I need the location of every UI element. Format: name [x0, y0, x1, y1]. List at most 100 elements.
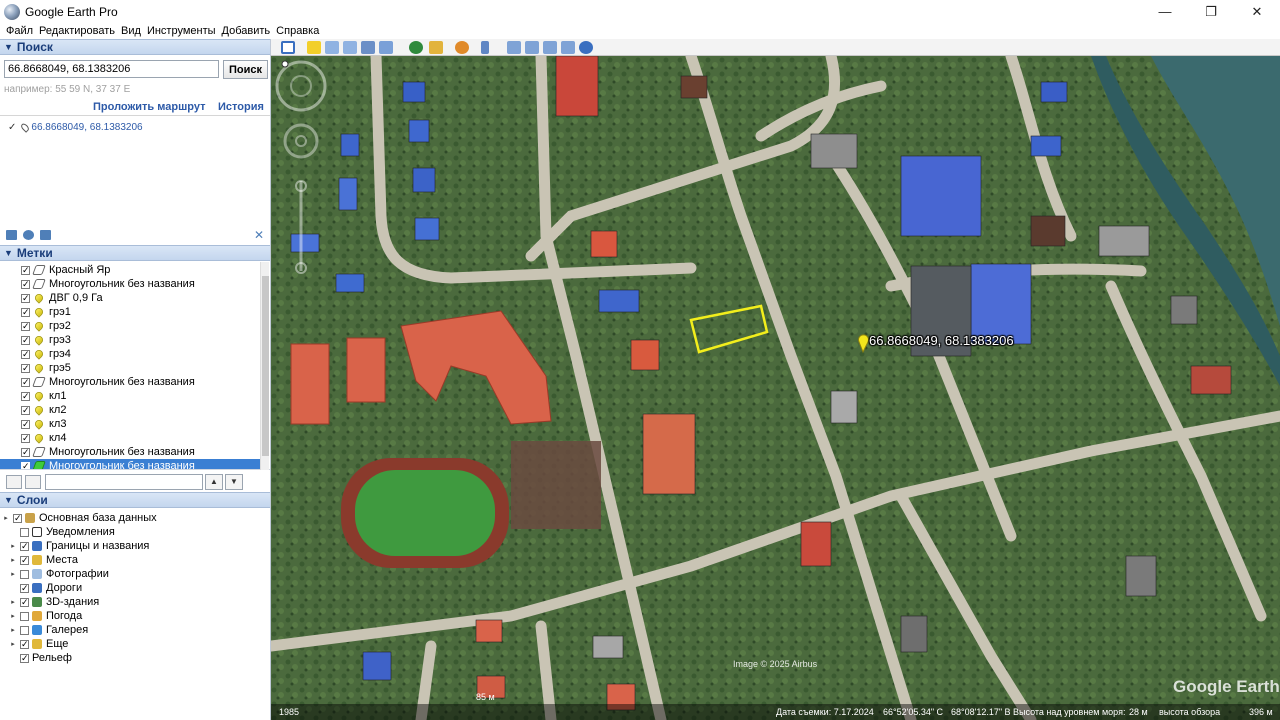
expand-arrow-icon[interactable]: ▸	[9, 598, 17, 606]
image-overlay-icon[interactable]	[361, 41, 375, 54]
places-item[interactable]: ✓ грэ3	[0, 333, 260, 347]
layer-checkbox[interactable]: ✓	[20, 653, 29, 663]
get-directions-link[interactable]: Проложить маршрут	[93, 101, 205, 113]
place-checkbox[interactable]: ✓	[21, 279, 30, 289]
sunlight-icon[interactable]	[429, 41, 443, 54]
places-item[interactable]: ✓ Многоугольник без названия	[0, 445, 260, 459]
collapse-triangle-icon[interactable]: ▼	[4, 495, 13, 505]
layer-item[interactable]: ▸ Фотографии	[9, 567, 109, 581]
record-tour-icon[interactable]	[379, 41, 393, 54]
places-item[interactable]: ✓ грэ5	[0, 361, 260, 375]
historical-imagery-icon[interactable]	[409, 41, 423, 54]
layer-item[interactable]: ▸ ✓ Места	[9, 553, 78, 567]
close-button[interactable]: ✕	[1234, 0, 1280, 23]
menu-file[interactable]: Файл	[6, 25, 33, 37]
expand-arrow-icon[interactable]: ▸	[9, 542, 17, 550]
place-checkbox[interactable]: ✓	[21, 335, 30, 345]
search-result-item[interactable]: ✓ 66.8668049, 68.1383206	[8, 122, 143, 133]
expand-arrow-icon[interactable]: ▸	[9, 612, 17, 620]
down-arrow-button[interactable]: ▼	[225, 474, 243, 490]
expand-arrow-icon[interactable]: ▸	[9, 556, 17, 564]
expand-arrow-icon[interactable]: ▸	[9, 570, 17, 578]
layer-checkbox[interactable]: ✓	[20, 639, 29, 649]
add-folder-icon[interactable]	[6, 230, 17, 240]
expand-arrow-icon[interactable]: ▸	[9, 640, 17, 648]
menu-tools[interactable]: Инструменты	[147, 25, 216, 37]
add-placemark-icon[interactable]	[307, 41, 321, 54]
places-panel-header[interactable]: ▼ Метки	[0, 245, 270, 261]
place-checkbox[interactable]: ✓	[21, 293, 30, 303]
compass-ring-icon[interactable]	[275, 60, 327, 112]
places-search-icon[interactable]	[6, 475, 22, 489]
search-panel-header[interactable]: ▼ Поиск	[0, 39, 270, 55]
place-checkbox[interactable]: ✓	[21, 461, 30, 469]
print-icon[interactable]	[525, 41, 539, 54]
layer-item[interactable]: ▸ ✓ Основная база данных	[2, 511, 156, 525]
place-checkbox[interactable]: ✓	[21, 377, 30, 387]
layer-item[interactable]: Уведомления	[9, 525, 115, 539]
layer-item[interactable]: ▸ Погода	[9, 609, 82, 623]
placemark-label[interactable]: 66.8668049, 68.1383206	[869, 333, 1014, 348]
layer-checkbox[interactable]	[20, 625, 29, 635]
place-checkbox[interactable]: ✓	[21, 433, 30, 443]
north-indicator-icon[interactable]	[281, 60, 289, 68]
places-item[interactable]: ✓ Многоугольник без названия	[0, 375, 260, 389]
places-item[interactable]: ✓ Многоугольник без названия	[0, 459, 260, 469]
places-panel-icon[interactable]	[25, 475, 41, 489]
layer-checkbox[interactable]: ✓	[20, 555, 29, 565]
expand-arrow-icon[interactable]: ▸	[9, 626, 17, 634]
places-filter-input[interactable]	[45, 474, 203, 490]
place-checkbox[interactable]: ✓	[21, 307, 30, 317]
layers-panel-header[interactable]: ▼ Слои	[0, 492, 270, 508]
place-checkbox[interactable]: ✓	[21, 391, 30, 401]
layer-checkbox[interactable]	[20, 611, 29, 621]
ruler-icon[interactable]	[481, 41, 489, 54]
layer-item[interactable]: ▸ ✓ 3D-здания	[9, 595, 99, 609]
place-checkbox[interactable]: ✓	[21, 321, 30, 331]
print-icon[interactable]	[40, 230, 51, 240]
layer-checkbox[interactable]	[20, 527, 29, 537]
collapse-triangle-icon[interactable]: ▼	[4, 42, 13, 52]
earth-icon[interactable]	[579, 41, 593, 54]
layer-checkbox[interactable]: ✓	[13, 513, 22, 523]
up-arrow-button[interactable]: ▲	[205, 474, 223, 490]
place-checkbox[interactable]: ✓	[21, 349, 30, 359]
layer-checkbox[interactable]	[20, 569, 29, 579]
places-item[interactable]: ✓ грэ4	[0, 347, 260, 361]
places-item[interactable]: ✓ кл1	[0, 389, 260, 403]
view-in-maps-icon[interactable]	[561, 41, 575, 54]
layer-item[interactable]: ✓ Дороги	[9, 581, 82, 595]
places-item[interactable]: ✓ кл2	[0, 403, 260, 417]
places-scrollbar[interactable]	[260, 262, 269, 470]
expand-arrow-icon[interactable]: ▸	[2, 514, 10, 522]
layer-checkbox[interactable]: ✓	[20, 583, 29, 593]
close-panel-icon[interactable]: ✕	[254, 228, 264, 242]
add-path-icon[interactable]	[343, 41, 357, 54]
places-item[interactable]: ✓ ДВГ 0,9 Га	[0, 291, 260, 305]
place-checkbox[interactable]: ✓	[21, 447, 30, 457]
navigation-controls[interactable]	[271, 56, 331, 286]
menu-view[interactable]: Вид	[121, 25, 141, 37]
menu-help[interactable]: Справка	[276, 25, 319, 37]
collapse-triangle-icon[interactable]: ▼	[4, 248, 13, 258]
layer-checkbox[interactable]: ✓	[20, 541, 29, 551]
planet-switch-icon[interactable]	[455, 41, 469, 54]
minimize-button[interactable]: —	[1142, 0, 1188, 23]
layer-item[interactable]: ▸ ✓ Границы и названия	[9, 539, 149, 553]
move-joystick-icon[interactable]	[283, 123, 319, 159]
place-checkbox[interactable]: ✓	[21, 419, 30, 429]
refresh-icon[interactable]	[23, 230, 34, 240]
layer-item[interactable]: ▸ ✓ Еще	[9, 637, 68, 651]
scroll-thumb[interactable]	[262, 276, 269, 456]
maximize-button[interactable]: ❐	[1188, 0, 1234, 23]
menu-add[interactable]: Добавить	[222, 25, 271, 37]
layer-checkbox[interactable]: ✓	[20, 597, 29, 607]
historical-year[interactable]: 1985	[279, 707, 299, 717]
place-checkbox[interactable]: ✓	[21, 405, 30, 415]
places-item[interactable]: ✓ Красный Яр	[0, 263, 260, 277]
history-link[interactable]: История	[218, 101, 264, 113]
places-item[interactable]: ✓ грэ1	[0, 305, 260, 319]
menu-edit[interactable]: Редактировать	[39, 25, 115, 37]
add-polygon-icon[interactable]	[325, 41, 339, 54]
sidebar-toggle-icon[interactable]	[281, 41, 295, 54]
